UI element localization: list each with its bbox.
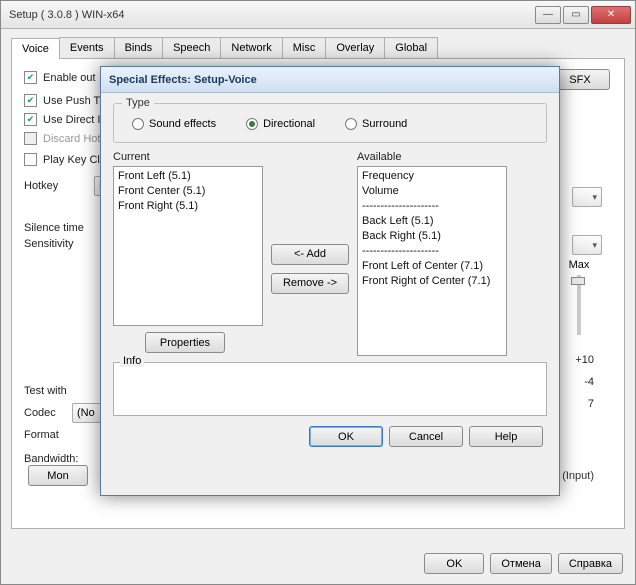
side-combo-1[interactable]	[572, 187, 602, 207]
sensitivity-label: Sensitivity	[24, 238, 94, 250]
max-slider[interactable]: Max	[554, 259, 604, 339]
list-item[interactable]: Back Left (5.1)	[362, 214, 502, 229]
sfx-dialog: Special Effects: Setup-Voice Type Sound …	[100, 66, 560, 496]
maximize-button[interactable]: ▭	[563, 6, 589, 24]
radio-surround[interactable]: Surround	[345, 118, 407, 130]
dialog-cancel-button[interactable]: Cancel	[389, 426, 463, 447]
list-item: ---------------------	[362, 199, 502, 214]
max-label: Max	[554, 259, 604, 271]
tab-events[interactable]: Events	[59, 37, 115, 58]
play-key-label: Play Key Cli	[43, 154, 102, 166]
side-combo-2[interactable]	[572, 235, 602, 255]
current-label: Current	[113, 151, 263, 163]
dialog-titlebar[interactable]: Special Effects: Setup-Voice	[101, 67, 559, 93]
tab-network[interactable]: Network	[220, 37, 282, 58]
tab-voice[interactable]: Voice	[11, 38, 60, 59]
main-ok-button[interactable]: OK	[424, 553, 484, 574]
main-cancel-button[interactable]: Отмена	[490, 553, 551, 574]
info-label: Info	[120, 355, 144, 367]
available-label: Available	[357, 151, 507, 163]
current-listbox[interactable]: Front Left (5.1) Front Center (5.1) Fron…	[113, 166, 263, 326]
hotkey-label: Hotkey	[24, 180, 94, 192]
bandwidth-label: Bandwidth:	[24, 453, 94, 465]
test-with-label: Test with	[24, 385, 94, 397]
tab-global[interactable]: Global	[384, 37, 438, 58]
discard-hot-label: Discard Hot	[43, 133, 100, 145]
info-box: Info	[113, 362, 547, 416]
list-item[interactable]: Volume	[362, 184, 502, 199]
radio-directional[interactable]: Directional	[246, 118, 315, 130]
enable-out-checkbox[interactable]: ✔	[24, 71, 37, 84]
tab-misc[interactable]: Misc	[282, 37, 327, 58]
main-help-button[interactable]: Справка	[558, 553, 623, 574]
input-label: (Input)	[562, 470, 594, 482]
remove-button[interactable]: Remove ->	[271, 273, 349, 294]
use-direct-label: Use Direct I	[43, 114, 100, 126]
list-item[interactable]: Front Right of Center (7.1)	[362, 274, 502, 289]
list-item[interactable]: Front Right (5.1)	[118, 199, 258, 214]
silence-label: Silence time	[24, 222, 94, 234]
enable-out-label: Enable out	[43, 72, 96, 84]
type-legend: Type	[122, 97, 154, 109]
play-key-checkbox[interactable]	[24, 153, 37, 166]
list-item[interactable]: Front Left of Center (7.1)	[362, 259, 502, 274]
tab-binds[interactable]: Binds	[114, 37, 164, 58]
use-push-label: Use Push T	[43, 95, 100, 107]
dialog-title: Special Effects: Setup-Voice	[109, 74, 257, 86]
available-listbox[interactable]: Frequency Volume --------------------- B…	[357, 166, 507, 356]
tab-overlay[interactable]: Overlay	[325, 37, 385, 58]
use-direct-checkbox[interactable]: ✔	[24, 113, 37, 126]
minimize-button[interactable]: —	[535, 6, 561, 24]
list-item[interactable]: Back Right (5.1)	[362, 229, 502, 244]
use-push-checkbox[interactable]: ✔	[24, 94, 37, 107]
tab-bar: Voice Events Binds Speech Network Misc O…	[11, 37, 625, 59]
list-item[interactable]: Frequency	[362, 169, 502, 184]
window-title: Setup ( 3.0.8 ) WIN-x64	[9, 9, 533, 21]
close-button[interactable]: ✕	[591, 6, 631, 24]
list-item[interactable]: Front Center (5.1)	[118, 184, 258, 199]
monitor-button[interactable]: Mon	[28, 465, 88, 486]
discard-hot-checkbox	[24, 132, 37, 145]
dialog-help-button[interactable]: Help	[469, 426, 543, 447]
properties-button[interactable]: Properties	[145, 332, 225, 353]
list-item[interactable]: Front Left (5.1)	[118, 169, 258, 184]
tab-speech[interactable]: Speech	[162, 37, 221, 58]
list-item: ---------------------	[362, 244, 502, 259]
type-group: Type Sound effects Directional Surround	[113, 103, 547, 143]
format-label: Format	[24, 429, 72, 441]
dialog-ok-button[interactable]: OK	[309, 426, 383, 447]
titlebar[interactable]: Setup ( 3.0.8 ) WIN-x64 — ▭ ✕	[1, 1, 635, 29]
readout-values: +10 -4 7	[575, 349, 594, 415]
add-button[interactable]: <- Add	[271, 244, 349, 265]
codec-label: Codec	[24, 407, 72, 419]
radio-sound-effects[interactable]: Sound effects	[132, 118, 216, 130]
